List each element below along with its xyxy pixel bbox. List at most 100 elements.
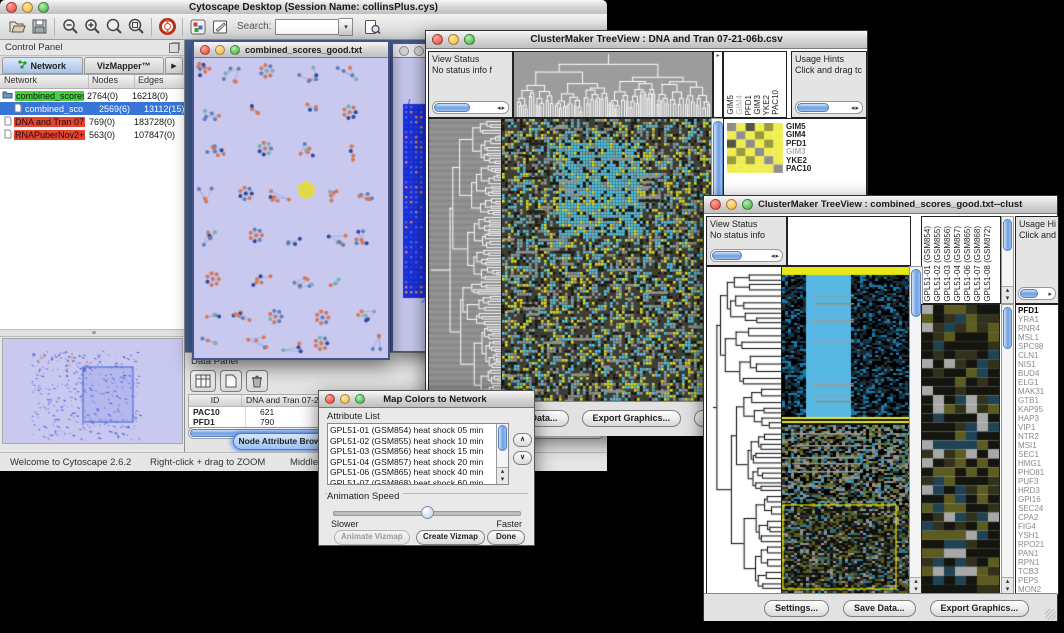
gene-label[interactable]: MAK31 — [1018, 387, 1058, 396]
gene-label[interactable]: KAP95 — [1018, 405, 1058, 414]
network-overview-minimap[interactable] — [2, 338, 183, 444]
close-button[interactable] — [325, 394, 335, 404]
gene-label[interactable]: SEC1 — [1018, 450, 1058, 459]
vizmapper-icon[interactable] — [187, 17, 209, 37]
tv1-heatmap[interactable] — [501, 118, 713, 403]
tv1-status-hscrollbar[interactable]: ◂▸ — [432, 101, 509, 114]
zoom-fit-icon[interactable] — [125, 17, 147, 37]
gene-label[interactable]: FIG4 — [1018, 522, 1058, 531]
tv1-button-export-graphics-[interactable]: Export Graphics... — [582, 410, 682, 427]
gene-label[interactable]: MSI1 — [1018, 441, 1058, 450]
minimize-button[interactable] — [215, 45, 225, 55]
search-dropdown-icon[interactable]: ▾ — [339, 18, 353, 36]
splitter-handle[interactable] — [92, 331, 96, 334]
tab-network[interactable]: Network — [2, 57, 83, 74]
zoom-button[interactable] — [742, 199, 753, 210]
gene-label[interactable]: YSH1 — [1018, 531, 1058, 540]
create-vizmap-button[interactable]: Create Vizmap — [416, 530, 485, 545]
tv2-button-save-data-[interactable]: Save Data... — [843, 600, 916, 617]
gene-label[interactable]: PHO81 — [1018, 468, 1058, 477]
minimize-button[interactable] — [448, 34, 459, 45]
gene-label[interactable]: SPC98 — [1018, 342, 1058, 351]
gene-label[interactable]: ELG1 — [1018, 378, 1058, 387]
network-table-row[interactable]: combined_scores2764(0)16218(0) — [0, 89, 184, 102]
zoom-selected-region-icon[interactable] — [103, 17, 125, 37]
attribute-list-item[interactable]: GPL51-07 (GSM868) heat shock 60 min — [330, 478, 495, 486]
close-button[interactable] — [200, 45, 210, 55]
col-edges[interactable]: Edges — [135, 75, 184, 88]
minimize-button[interactable] — [726, 199, 737, 210]
gene-label[interactable]: PUF3 — [1018, 477, 1058, 486]
gene-label[interactable]: RNR4 — [1018, 324, 1058, 333]
tv1-column-dendrogram[interactable] — [513, 51, 713, 118]
tab-vizmapper[interactable]: VizMapper™ — [84, 57, 165, 74]
gene-label[interactable]: PAN1 — [1018, 549, 1058, 558]
animate-vizmap-button[interactable]: Animate Vizmap — [334, 530, 410, 545]
attribute-list-vscrollbar[interactable]: ▴▾ — [496, 424, 508, 484]
zoom-button[interactable] — [230, 45, 240, 55]
tv2-column-dendrogram[interactable] — [787, 216, 911, 266]
main-titlebar[interactable]: Cytoscape Desktop (Session Name: collins… — [0, 0, 607, 15]
search-input[interactable] — [275, 19, 339, 35]
gene-label[interactable]: PFD1 — [1018, 306, 1058, 315]
minimize-button[interactable] — [22, 2, 33, 13]
tv2-column-label[interactable]: GPL51-08 (GSM872) — [983, 226, 993, 302]
tv1-row-dendrogram[interactable] — [428, 118, 503, 403]
tv2-button-settings-[interactable]: Settings... — [764, 600, 829, 617]
col-network[interactable]: Network — [0, 75, 89, 88]
close-button[interactable] — [710, 199, 721, 210]
tv1-column-label[interactable]: GIM3 — [753, 95, 762, 115]
gene-label[interactable]: MSL1 — [1018, 333, 1058, 342]
minimize-button[interactable] — [340, 394, 350, 404]
minimize-button[interactable] — [414, 46, 424, 56]
col-nodes[interactable]: Nodes — [89, 75, 135, 88]
select-attributes-icon[interactable] — [190, 370, 216, 392]
attribute-list-item[interactable]: GPL51-03 (GSM856) heat shock 15 min — [330, 446, 495, 457]
move-up-button[interactable]: ∧ — [513, 433, 532, 447]
attribute-list-item[interactable]: GPL51-06 (GSM865) heat shock 40 min — [330, 467, 495, 478]
attribute-listbox[interactable]: GPL51-01 (GSM854) heat shock 05 minGPL51… — [327, 423, 509, 485]
close-button[interactable] — [399, 46, 409, 56]
tv2-status-hscrollbar[interactable]: ◂▸ — [710, 249, 783, 262]
tv1-zoom-matrix[interactable] — [727, 123, 783, 173]
tv1-usage-hscrollbar[interactable]: ◂▸ — [795, 101, 863, 114]
attribute-browser-icon[interactable] — [361, 17, 383, 37]
tv1-column-label[interactable]: GIM5 — [726, 95, 735, 115]
gene-label[interactable]: HRD3 — [1018, 486, 1058, 495]
gene-label[interactable]: NIS1 — [1018, 360, 1058, 369]
done-button[interactable]: Done — [487, 530, 525, 545]
float-panel-icon[interactable] — [169, 43, 179, 53]
tv2-column-label[interactable]: GPL51-01 (GSM854) — [923, 226, 933, 302]
tv2-heatmap[interactable] — [781, 266, 911, 595]
open-session-icon[interactable] — [6, 17, 28, 37]
attribute-list-item[interactable]: GPL51-01 (GSM854) heat shock 05 min — [330, 425, 495, 436]
network-table-row[interactable]: DNA and Tran 07769(0)183728(0) — [0, 115, 184, 128]
tv1-column-label[interactable]: PAC10 — [771, 90, 780, 115]
gene-label[interactable]: CPA2 — [1018, 513, 1058, 522]
tv2-column-label[interactable]: GPL51-07 (GSM868) — [973, 226, 983, 302]
gene-label[interactable]: RPO21 — [1018, 540, 1058, 549]
data-col-id[interactable]: ID — [189, 395, 242, 406]
tv2-usage-hscrollbar[interactable]: ▸ — [1018, 287, 1056, 300]
tab-overflow-arrow[interactable]: ▶ — [165, 57, 183, 74]
tv2-button-export-graphics-[interactable]: Export Graphics... — [930, 600, 1030, 617]
gene-label[interactable]: GTB1 — [1018, 396, 1058, 405]
attribute-list-item[interactable]: GPL51-02 (GSM855) heat shock 10 min — [330, 436, 495, 447]
zoom-out-icon[interactable] — [59, 17, 81, 37]
network-table-row[interactable]: RNAPuberNov2+563(0)107847(0) — [0, 128, 184, 141]
zoom-button[interactable] — [355, 394, 365, 404]
slider-thumb[interactable] — [421, 506, 434, 519]
gene-label[interactable]: GPI16 — [1018, 495, 1058, 504]
new-attribute-icon[interactable] — [220, 370, 242, 392]
save-session-icon[interactable] — [28, 17, 50, 37]
zoom-button[interactable] — [38, 2, 49, 13]
zoom-button[interactable] — [464, 34, 475, 45]
gene-label[interactable]: SEC24 — [1018, 504, 1058, 513]
gene-label[interactable]: HAP3 — [1018, 414, 1058, 423]
tv2-column-label[interactable]: GPL51-02 (GSM855) — [933, 226, 943, 302]
gene-label[interactable]: YRA1 — [1018, 315, 1058, 324]
gene-label[interactable]: CLN1 — [1018, 351, 1058, 360]
annotation-icon[interactable] — [209, 17, 231, 37]
gene-label[interactable]: HMG1 — [1018, 459, 1058, 468]
tv2-zoom-heatmap[interactable] — [921, 304, 1000, 595]
